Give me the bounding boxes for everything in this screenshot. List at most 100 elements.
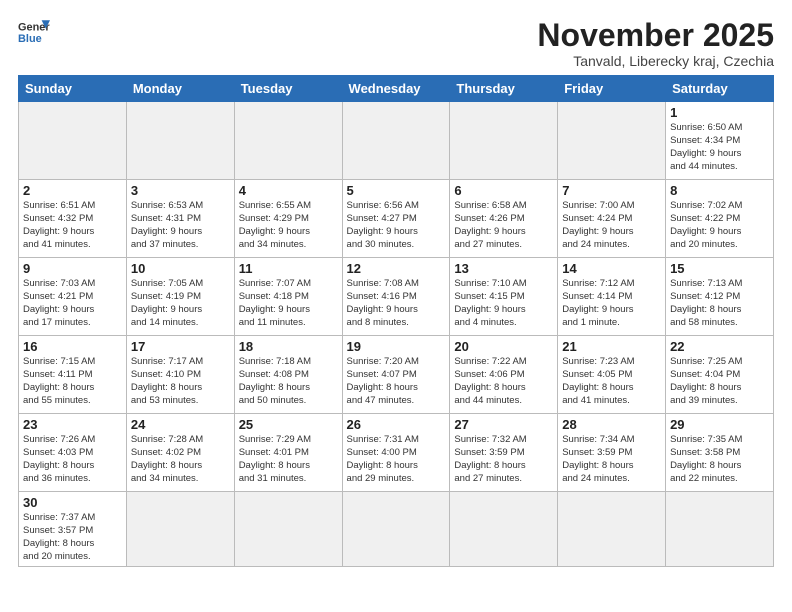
weekday-header-wednesday: Wednesday — [342, 76, 450, 102]
calendar-cell: 1Sunrise: 6:50 AM Sunset: 4:34 PM Daylig… — [666, 102, 774, 180]
day-number: 9 — [23, 261, 122, 276]
day-number: 15 — [670, 261, 769, 276]
calendar-week-row: 9Sunrise: 7:03 AM Sunset: 4:21 PM Daylig… — [19, 258, 774, 336]
day-info: Sunrise: 7:12 AM Sunset: 4:14 PM Dayligh… — [562, 278, 661, 329]
day-number: 1 — [670, 105, 769, 120]
calendar-cell: 24Sunrise: 7:28 AM Sunset: 4:02 PM Dayli… — [126, 414, 234, 492]
calendar-cell: 29Sunrise: 7:35 AM Sunset: 3:58 PM Dayli… — [666, 414, 774, 492]
calendar-cell: 2 Sunrise: 6:51 AM Sunset: 4:32 PM Daylig… — [19, 180, 127, 258]
day-info: Sunrise: 7:20 AM Sunset: 4:07 PM Dayligh… — [347, 356, 446, 407]
day-info: Sunrise: 7:23 AM Sunset: 4:05 PM Dayligh… — [562, 356, 661, 407]
day-number: 19 — [347, 339, 446, 354]
calendar-week-row: 2 Sunrise: 6:51 AM Sunset: 4:32 PM Daylig… — [19, 180, 774, 258]
day-number: 14 — [562, 261, 661, 276]
calendar-cell: 3 Sunrise: 6:53 AM Sunset: 4:31 PM Daylig… — [126, 180, 234, 258]
day-number: 20 — [454, 339, 553, 354]
calendar-cell — [234, 492, 342, 567]
calendar-cell — [19, 102, 127, 180]
calendar-cell: 16 Sunrise: 7:15 AM Sunset: 4:11 PM Dayli… — [19, 336, 127, 414]
calendar-cell — [558, 102, 666, 180]
day-info: Sunrise: 6:56 AM Sunset: 4:27 PM Dayligh… — [347, 200, 446, 251]
calendar-table: SundayMondayTuesdayWednesdayThursdayFrid… — [18, 75, 774, 567]
calendar-cell: 20 Sunrise: 7:22 AM Sunset: 4:06 PM Dayli… — [450, 336, 558, 414]
calendar-cell — [558, 492, 666, 567]
weekday-header-monday: Monday — [126, 76, 234, 102]
day-info: Sunrise: 7:18 AM Sunset: 4:08 PM Dayligh… — [239, 356, 338, 407]
day-info: Sunrise: 7:02 AM Sunset: 4:22 PM Dayligh… — [670, 200, 769, 251]
calendar-cell: 6 Sunrise: 6:58 AM Sunset: 4:26 PM Daylig… — [450, 180, 558, 258]
calendar-cell: 12 Sunrise: 7:08 AM Sunset: 4:16 PM Dayli… — [342, 258, 450, 336]
day-number: 26 — [347, 417, 446, 432]
weekday-header-thursday: Thursday — [450, 76, 558, 102]
calendar-cell: 4 Sunrise: 6:55 AM Sunset: 4:29 PM Daylig… — [234, 180, 342, 258]
day-info: Sunrise: 7:31 AM Sunset: 4:00 PM Dayligh… — [347, 434, 446, 485]
calendar-cell: 11 Sunrise: 7:07 AM Sunset: 4:18 PM Dayli… — [234, 258, 342, 336]
day-number: 6 — [454, 183, 553, 198]
day-number: 7 — [562, 183, 661, 198]
svg-text:Blue: Blue — [18, 33, 42, 45]
day-number: 17 — [131, 339, 230, 354]
day-number: 24 — [131, 417, 230, 432]
weekday-header-friday: Friday — [558, 76, 666, 102]
day-number: 8 — [670, 183, 769, 198]
page: General Blue November 2025 Tanvald, Libe… — [0, 0, 792, 577]
day-number: 4 — [239, 183, 338, 198]
calendar-week-row: 23 Sunrise: 7:26 AM Sunset: 4:03 PM Dayli… — [19, 414, 774, 492]
calendar-cell: 27 Sunrise: 7:32 AM Sunset: 3:59 PM Dayli… — [450, 414, 558, 492]
calendar-cell: 13 Sunrise: 7:10 AM Sunset: 4:15 PM Dayli… — [450, 258, 558, 336]
calendar-week-row: 30 Sunrise: 7:37 AM Sunset: 3:57 PM Dayli… — [19, 492, 774, 567]
day-number: 3 — [131, 183, 230, 198]
calendar-cell — [450, 102, 558, 180]
day-number: 27 — [454, 417, 553, 432]
calendar-cell: 25 Sunrise: 7:29 AM Sunset: 4:01 PM Dayli… — [234, 414, 342, 492]
day-number: 2 — [23, 183, 122, 198]
day-info: Sunrise: 7:29 AM Sunset: 4:01 PM Dayligh… — [239, 434, 338, 485]
day-number: 28 — [562, 417, 661, 432]
day-number: 22 — [670, 339, 769, 354]
calendar-cell — [450, 492, 558, 567]
logo: General Blue — [18, 18, 50, 46]
day-info: Sunrise: 7:10 AM Sunset: 4:15 PM Dayligh… — [454, 278, 553, 329]
calendar-cell: 14 Sunrise: 7:12 AM Sunset: 4:14 PM Dayli… — [558, 258, 666, 336]
day-number: 11 — [239, 261, 338, 276]
day-info: Sunrise: 7:32 AM Sunset: 3:59 PM Dayligh… — [454, 434, 553, 485]
calendar-cell: 17Sunrise: 7:17 AM Sunset: 4:10 PM Dayli… — [126, 336, 234, 414]
calendar-cell: 22Sunrise: 7:25 AM Sunset: 4:04 PM Dayli… — [666, 336, 774, 414]
location: Tanvald, Liberecky kraj, Czechia — [537, 53, 774, 69]
day-number: 13 — [454, 261, 553, 276]
day-info: Sunrise: 7:15 AM Sunset: 4:11 PM Dayligh… — [23, 356, 122, 407]
day-info: Sunrise: 7:22 AM Sunset: 4:06 PM Dayligh… — [454, 356, 553, 407]
day-number: 18 — [239, 339, 338, 354]
day-number: 25 — [239, 417, 338, 432]
calendar-cell — [342, 492, 450, 567]
day-number: 23 — [23, 417, 122, 432]
calendar-cell: 10 Sunrise: 7:05 AM Sunset: 4:19 PM Dayli… — [126, 258, 234, 336]
day-info: Sunrise: 7:34 AM Sunset: 3:59 PM Dayligh… — [562, 434, 661, 485]
weekday-header-tuesday: Tuesday — [234, 76, 342, 102]
day-info: Sunrise: 6:58 AM Sunset: 4:26 PM Dayligh… — [454, 200, 553, 251]
day-info: Sunrise: 6:53 AM Sunset: 4:31 PM Dayligh… — [131, 200, 230, 251]
generalblue-logo-icon: General Blue — [18, 18, 50, 46]
day-info: Sunrise: 7:07 AM Sunset: 4:18 PM Dayligh… — [239, 278, 338, 329]
month-title: November 2025 — [537, 18, 774, 53]
title-block: November 2025 Tanvald, Liberecky kraj, C… — [537, 18, 774, 69]
weekday-header-row: SundayMondayTuesdayWednesdayThursdayFrid… — [19, 76, 774, 102]
calendar-cell: 15Sunrise: 7:13 AM Sunset: 4:12 PM Dayli… — [666, 258, 774, 336]
day-info: Sunrise: 6:55 AM Sunset: 4:29 PM Dayligh… — [239, 200, 338, 251]
day-info: Sunrise: 7:26 AM Sunset: 4:03 PM Dayligh… — [23, 434, 122, 485]
day-number: 12 — [347, 261, 446, 276]
day-info: Sunrise: 7:08 AM Sunset: 4:16 PM Dayligh… — [347, 278, 446, 329]
day-info: Sunrise: 7:37 AM Sunset: 3:57 PM Dayligh… — [23, 512, 122, 563]
day-info: Sunrise: 6:51 AM Sunset: 4:32 PM Dayligh… — [23, 200, 122, 251]
day-number: 30 — [23, 495, 122, 510]
calendar-cell: 28 Sunrise: 7:34 AM Sunset: 3:59 PM Dayli… — [558, 414, 666, 492]
day-number: 10 — [131, 261, 230, 276]
weekday-header-saturday: Saturday — [666, 76, 774, 102]
calendar-cell: 30 Sunrise: 7:37 AM Sunset: 3:57 PM Dayli… — [19, 492, 127, 567]
day-info: Sunrise: 7:35 AM Sunset: 3:58 PM Dayligh… — [670, 434, 769, 485]
day-number: 16 — [23, 339, 122, 354]
calendar-week-row: 16 Sunrise: 7:15 AM Sunset: 4:11 PM Dayli… — [19, 336, 774, 414]
calendar-week-row: 1Sunrise: 6:50 AM Sunset: 4:34 PM Daylig… — [19, 102, 774, 180]
day-info: Sunrise: 7:05 AM Sunset: 4:19 PM Dayligh… — [131, 278, 230, 329]
day-number: 21 — [562, 339, 661, 354]
